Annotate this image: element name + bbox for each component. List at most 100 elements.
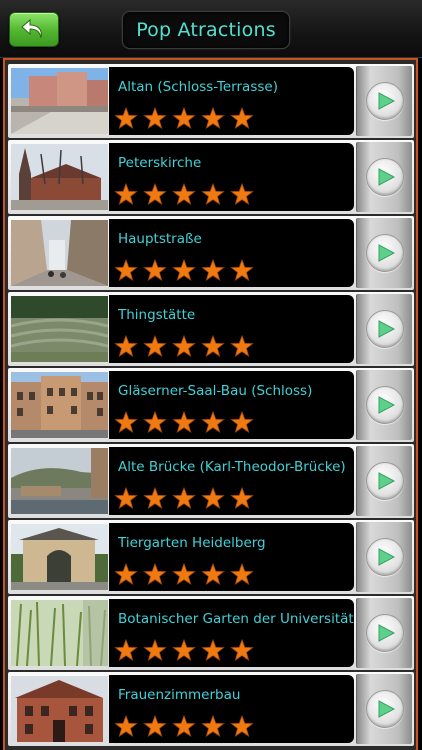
star-icon <box>143 183 167 206</box>
star-icon <box>201 183 225 206</box>
star-icon <box>114 639 138 662</box>
item-info: Frauenzimmerbau <box>109 675 354 743</box>
play-arrow-icon <box>365 538 404 576</box>
item-info: Peterskirche <box>109 143 354 211</box>
star-icon <box>143 107 167 130</box>
star-icon <box>201 335 225 358</box>
play-arrow-icon <box>365 614 404 652</box>
star-icon <box>143 487 167 510</box>
star-icon <box>143 259 167 282</box>
open-detail-button[interactable] <box>356 142 412 212</box>
item-title: Gläserner-Saal-Bau (Schloss) <box>118 383 313 399</box>
back-arrow-icon <box>21 18 42 38</box>
list-item[interactable]: Altan (Schloss-Terrasse) <box>8 64 414 138</box>
item-title: Hauptstraße <box>118 231 202 247</box>
item-info: Tiergarten Heidelberg <box>109 523 354 591</box>
rating-stars <box>114 411 254 434</box>
item-title: Thingstätte <box>118 307 196 323</box>
open-detail-button[interactable] <box>356 522 412 592</box>
list-item[interactable]: Botanischer Garten der Universität H... <box>8 596 414 670</box>
star-icon <box>172 183 196 206</box>
open-detail-button[interactable] <box>356 370 412 440</box>
red-building-photo <box>11 676 108 742</box>
star-icon <box>114 563 138 586</box>
star-icon <box>230 715 254 738</box>
star-icon <box>201 563 225 586</box>
star-icon <box>230 411 254 434</box>
star-icon <box>230 107 254 130</box>
item-info: Altan (Schloss-Terrasse) <box>109 67 354 135</box>
star-icon <box>143 335 167 358</box>
open-detail-button[interactable] <box>356 598 412 668</box>
list-item[interactable]: Peterskirche <box>8 140 414 214</box>
star-icon <box>230 639 254 662</box>
star-icon <box>172 639 196 662</box>
star-icon <box>114 259 138 282</box>
list-item[interactable]: Alte Brücke (Karl-Theodor-Brücke) <box>8 444 414 518</box>
star-icon <box>143 639 167 662</box>
star-icon <box>172 411 196 434</box>
top-bar: Pop Atractions <box>0 0 422 58</box>
rating-stars <box>114 487 254 510</box>
open-detail-button[interactable] <box>356 66 412 136</box>
play-arrow-icon <box>365 158 404 196</box>
item-info: Hauptstraße <box>109 219 354 287</box>
play-arrow-icon <box>365 234 404 272</box>
star-icon <box>230 563 254 586</box>
play-arrow-icon <box>365 310 404 348</box>
street-photo <box>11 220 108 286</box>
list-item[interactable]: Tiergarten Heidelberg <box>8 520 414 594</box>
star-icon <box>143 715 167 738</box>
list-item[interactable]: Thingstätte <box>8 292 414 366</box>
play-arrow-icon <box>365 690 404 728</box>
open-detail-button[interactable] <box>356 446 412 516</box>
star-icon <box>201 411 225 434</box>
open-detail-button[interactable] <box>356 218 412 288</box>
item-title: Tiergarten Heidelberg <box>118 535 266 551</box>
old-bridge-photo <box>11 448 108 514</box>
rating-stars <box>114 639 254 662</box>
item-info: Botanischer Garten der Universität H... <box>109 599 354 667</box>
star-icon <box>114 487 138 510</box>
star-icon <box>114 183 138 206</box>
castle-terrace-photo <box>11 68 108 134</box>
star-icon <box>172 107 196 130</box>
star-icon <box>201 639 225 662</box>
botanical-garden-photo <box>11 600 108 666</box>
church-photo <box>11 144 108 210</box>
play-arrow-icon <box>365 82 404 120</box>
star-icon <box>230 487 254 510</box>
star-icon <box>230 335 254 358</box>
page-title: Pop Atractions <box>122 11 290 49</box>
list-item[interactable]: Frauenzimmerbau <box>8 672 414 746</box>
star-icon <box>114 715 138 738</box>
castle-building-photo <box>11 372 108 438</box>
star-icon <box>201 107 225 130</box>
item-title: Alte Brücke (Karl-Theodor-Brücke) <box>118 459 346 475</box>
back-button[interactable] <box>9 12 59 47</box>
item-title: Botanischer Garten der Universität H... <box>118 611 354 627</box>
list-item[interactable]: Hauptstraße <box>8 216 414 290</box>
attractions-list[interactable]: Altan (Schloss-Terrasse) Peterskirche Ha… <box>3 58 418 750</box>
rating-stars <box>114 107 254 130</box>
star-icon <box>172 563 196 586</box>
star-icon <box>230 259 254 282</box>
star-icon <box>201 715 225 738</box>
star-icon <box>172 335 196 358</box>
open-detail-button[interactable] <box>356 294 412 364</box>
star-icon <box>201 487 225 510</box>
star-icon <box>201 259 225 282</box>
play-arrow-icon <box>365 386 404 424</box>
item-info: Gläserner-Saal-Bau (Schloss) <box>109 371 354 439</box>
rating-stars <box>114 259 254 282</box>
item-title: Frauenzimmerbau <box>118 687 241 703</box>
open-detail-button[interactable] <box>356 674 412 744</box>
list-item[interactable]: Gläserner-Saal-Bau (Schloss) <box>8 368 414 442</box>
star-icon <box>114 335 138 358</box>
star-icon <box>172 487 196 510</box>
star-icon <box>172 259 196 282</box>
star-icon <box>172 715 196 738</box>
rating-stars <box>114 183 254 206</box>
item-info: Alte Brücke (Karl-Theodor-Brücke) <box>109 447 354 515</box>
item-title: Peterskirche <box>118 155 202 171</box>
